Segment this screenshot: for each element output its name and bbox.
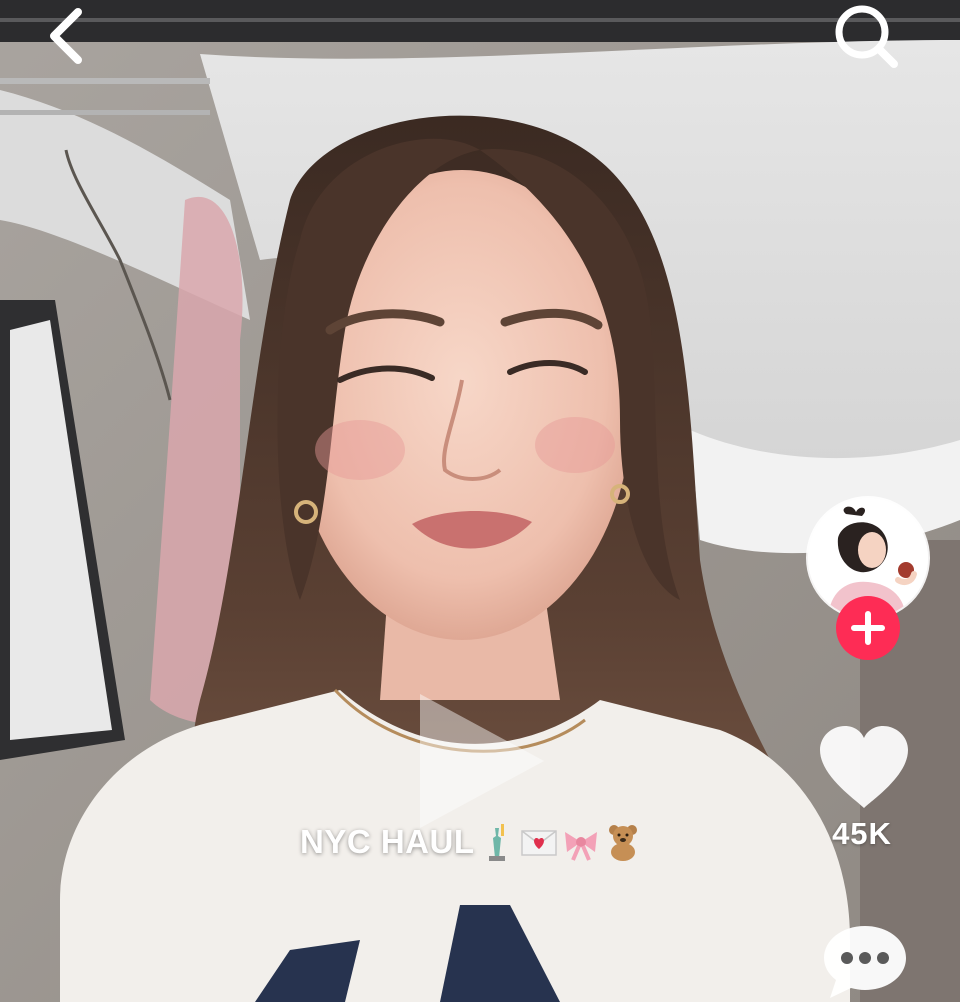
teddy-bear-emoji — [608, 825, 637, 861]
more-button[interactable] — [820, 922, 910, 1002]
ribbon-emoji — [564, 832, 597, 861]
love-letter-emoji — [520, 830, 557, 856]
top-bar — [0, 0, 960, 80]
search-icon — [835, 5, 898, 68]
ellipsis-icon — [824, 926, 906, 998]
chevron-left-icon — [50, 8, 82, 64]
caption-text: NYC HAUL — [300, 823, 475, 860]
video-screen[interactable]: 45K NYC HAUL — [0, 0, 960, 1002]
action-rail: 45K — [800, 490, 940, 1002]
heart-icon — [820, 726, 908, 808]
video-caption: NYC HAUL — [300, 818, 643, 866]
back-button[interactable] — [34, 4, 98, 68]
follow-button[interactable] — [836, 596, 900, 660]
statue-of-liberty-emoji — [488, 824, 505, 861]
like-button[interactable] — [816, 724, 912, 810]
like-count: 45K — [832, 816, 892, 851]
play-icon[interactable] — [412, 686, 552, 836]
plus-icon — [836, 596, 900, 660]
creator-avatar-group — [808, 498, 932, 660]
search-button[interactable] — [828, 0, 908, 72]
